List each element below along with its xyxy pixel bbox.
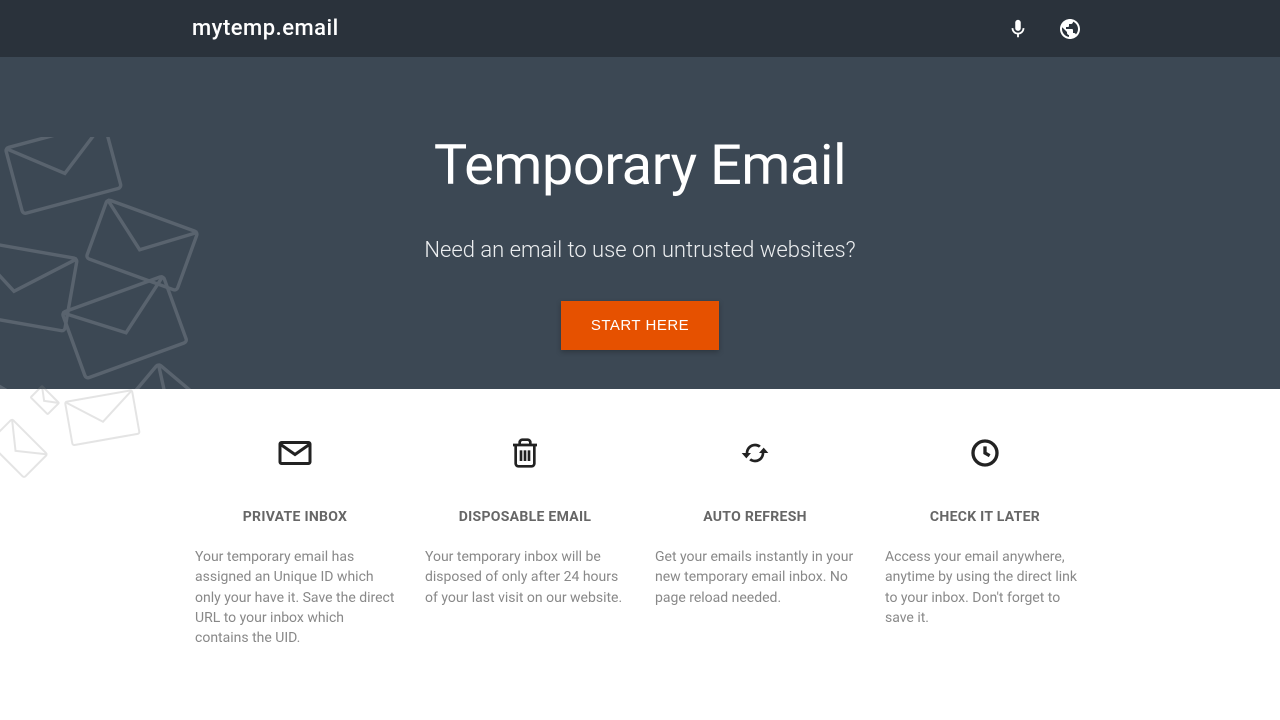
trash-icon	[507, 435, 543, 471]
header: mytemp.email	[0, 0, 1280, 57]
feature-title: CHECK IT LATER	[930, 509, 1040, 525]
feature-title: PRIVATE INBOX	[243, 509, 348, 525]
hero: Temporary Email Need an email to use on …	[0, 57, 1280, 389]
envelope-decoration-icon	[0, 384, 160, 544]
clock-icon	[967, 435, 1003, 471]
page-title: Temporary Email	[434, 132, 846, 198]
page-subtitle: Need an email to use on untrusted websit…	[424, 238, 855, 263]
features-section: PRIVATE INBOX Your temporary email has a…	[0, 389, 1280, 648]
feature-disposable-email: DISPOSABLE EMAIL Your temporary inbox wi…	[425, 435, 625, 648]
feature-desc: Your temporary email has assigned an Uni…	[195, 547, 395, 648]
feature-desc: Get your emails instantly in your new te…	[655, 547, 855, 608]
feature-desc: Access your email anywhere, anytime by u…	[885, 547, 1085, 628]
feature-title: DISPOSABLE EMAIL	[459, 509, 592, 525]
feature-auto-refresh: AUTO REFRESH Get your emails instantly i…	[655, 435, 855, 648]
envelope-icon	[277, 435, 313, 471]
logo[interactable]: mytemp.email	[192, 16, 339, 41]
globe-icon[interactable]	[1058, 17, 1082, 41]
start-button[interactable]: START HERE	[561, 301, 719, 350]
feature-private-inbox: PRIVATE INBOX Your temporary email has a…	[195, 435, 395, 648]
mic-icon[interactable]	[1006, 17, 1030, 41]
header-icons	[1006, 17, 1082, 41]
refresh-icon	[737, 435, 773, 471]
feature-title: AUTO REFRESH	[703, 509, 807, 525]
envelope-background-icon	[0, 137, 300, 389]
feature-check-later: CHECK IT LATER Access your email anywher…	[885, 435, 1085, 648]
feature-desc: Your temporary inbox will be disposed of…	[425, 547, 625, 608]
